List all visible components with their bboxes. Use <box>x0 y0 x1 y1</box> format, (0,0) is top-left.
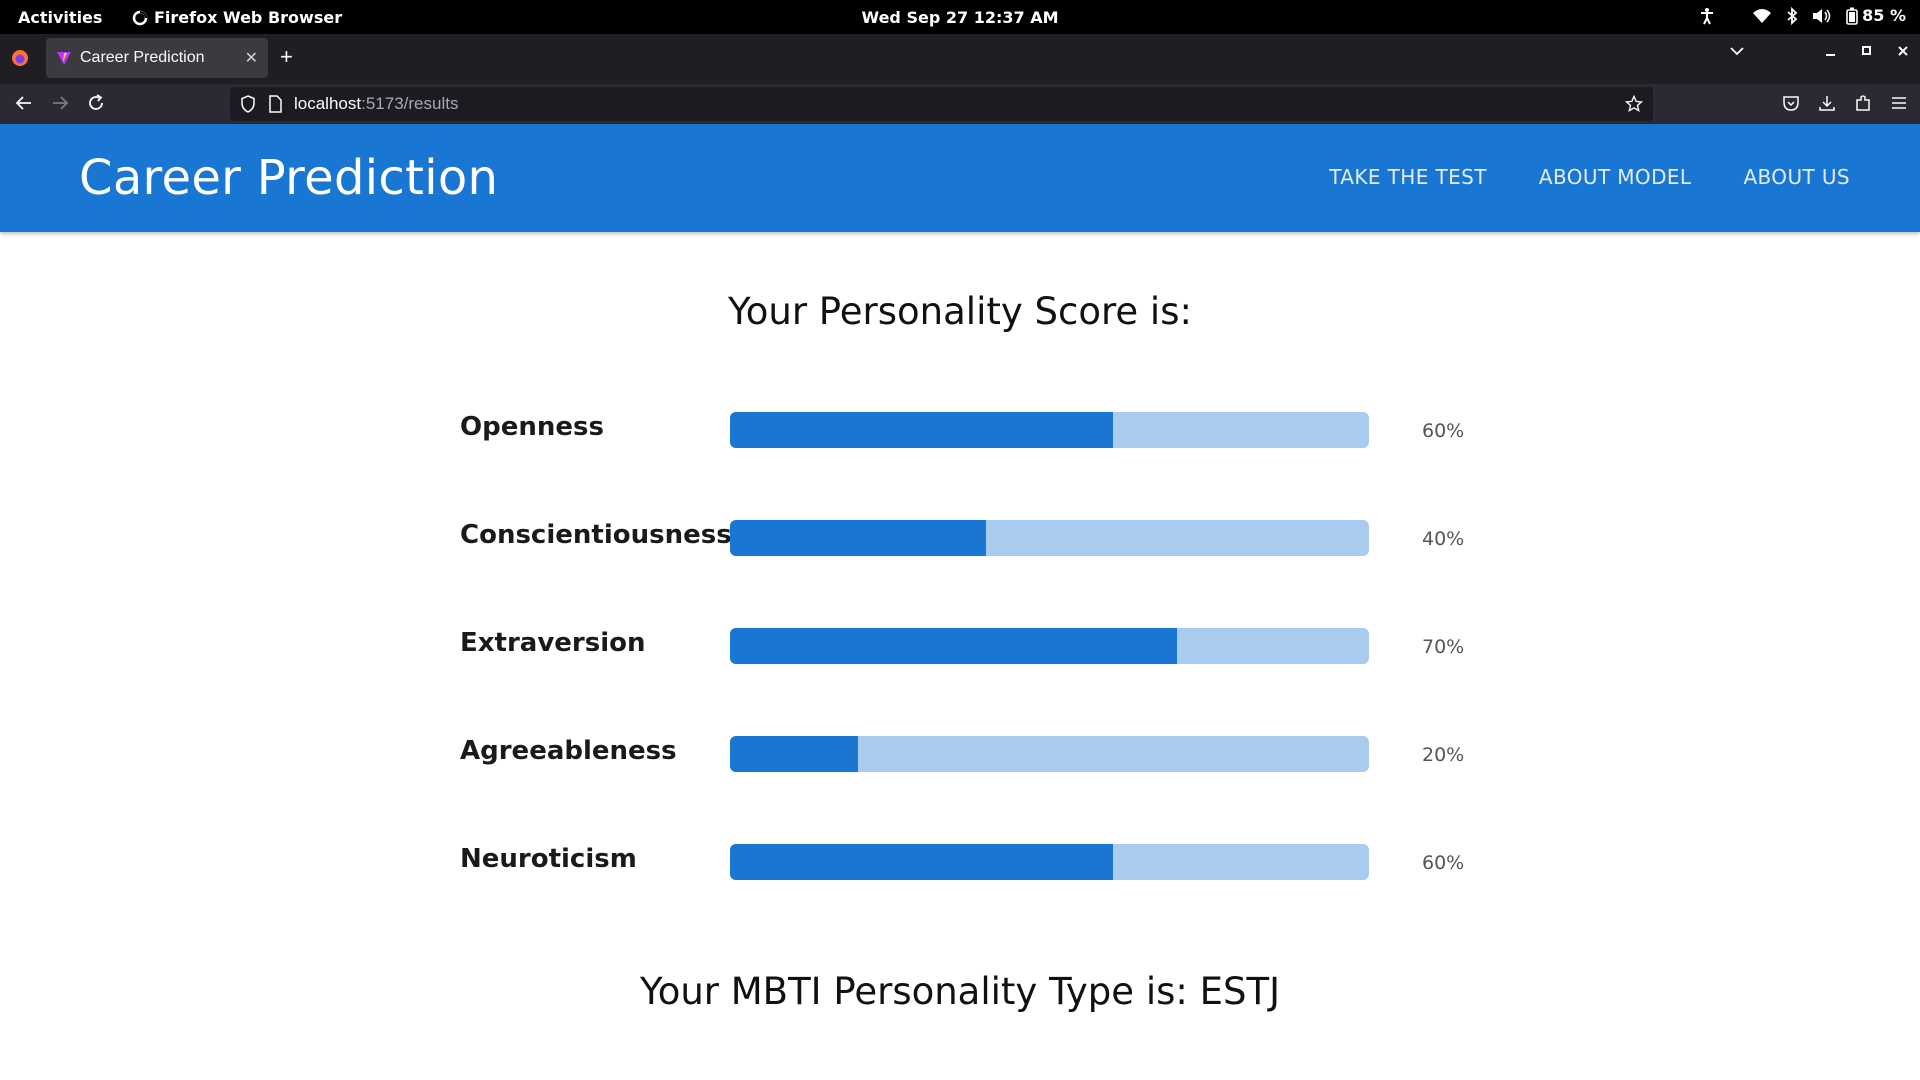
downloads-icon[interactable] <box>1818 94 1836 112</box>
system-tray[interactable]: 85 % <box>1698 6 1906 25</box>
trait-percent: 20% <box>1422 744 1465 766</box>
system-top-bar: Activities Firefox Web Browser Wed Sep 2… <box>0 0 1920 34</box>
trait-percent: 60% <box>1422 852 1465 874</box>
trait-name: Openness <box>460 412 604 442</box>
trait-progress-bar <box>730 736 1369 772</box>
page-info-icon[interactable] <box>268 95 282 113</box>
browser-tab-strip: Career Prediction ✕ + <box>0 34 1920 84</box>
tab-title: Career Prediction <box>80 49 205 66</box>
pocket-icon[interactable] <box>1782 94 1800 112</box>
bookmark-star-icon[interactable] <box>1625 95 1643 113</box>
extensions-icon[interactable] <box>1854 94 1872 112</box>
accessibility-icon <box>1701 7 1714 24</box>
back-icon[interactable] <box>14 93 34 113</box>
close-window-icon[interactable] <box>1898 46 1908 56</box>
trait-progress-bar <box>730 412 1369 448</box>
wifi-icon <box>1753 8 1772 23</box>
browser-nav-bar: localhost:5173/results <box>0 84 1920 124</box>
nav-take-the-test[interactable]: TAKE THE TEST <box>1329 165 1487 189</box>
trait-progress-fill <box>730 844 1114 880</box>
mbti-result: Your MBTI Personality Type is: ESTJ <box>640 970 1280 1013</box>
new-tab-button[interactable]: + <box>280 46 293 68</box>
app-nav-menu: TAKE THE TEST ABOUT MODEL ABOUT US <box>1329 165 1850 189</box>
close-tab-icon[interactable]: ✕ <box>245 48 258 68</box>
shield-icon[interactable] <box>240 95 256 113</box>
volume-icon <box>1813 8 1831 23</box>
bluetooth-icon <box>1787 6 1798 25</box>
trait-row: Extraversion 70% <box>460 624 1480 664</box>
app-menu[interactable]: Firefox Web Browser <box>132 8 342 27</box>
forward-icon[interactable] <box>50 93 70 113</box>
app-name: Firefox Web Browser <box>154 8 343 27</box>
reload-icon[interactable] <box>86 93 106 113</box>
address-bar[interactable]: localhost:5173/results <box>230 87 1653 121</box>
trait-progress-fill <box>730 628 1178 664</box>
trait-progress-bar <box>730 628 1369 664</box>
minimize-icon[interactable] <box>1826 46 1836 56</box>
trait-progress-fill <box>730 520 986 556</box>
nav-about-model[interactable]: ABOUT MODEL <box>1539 165 1692 189</box>
personality-score-title: Your Personality Score is: <box>728 290 1192 333</box>
trait-percent: 60% <box>1422 420 1465 442</box>
trait-row: Agreeableness 20% <box>460 732 1480 772</box>
url-host: localhost <box>294 94 362 113</box>
trait-progress-fill <box>730 736 858 772</box>
trait-name: Conscientiousness <box>460 520 732 550</box>
trait-row: Neuroticism 60% <box>460 840 1480 880</box>
trait-progress-fill <box>730 412 1114 448</box>
trait-row: Openness 60% <box>460 408 1480 448</box>
firefox-view-icon[interactable] <box>10 48 30 68</box>
vite-favicon-icon <box>57 52 71 65</box>
activities-button[interactable]: Activities <box>18 8 102 27</box>
url-path: :5173/results <box>361 94 459 113</box>
battery-icon <box>1846 7 1858 25</box>
list-all-tabs-icon[interactable] <box>1730 46 1744 56</box>
trait-row: Conscientiousness 40% <box>460 516 1480 556</box>
maximize-icon[interactable] <box>1862 46 1872 56</box>
firefox-app-icon <box>132 10 148 25</box>
app-header: Career Prediction TAKE THE TEST ABOUT MO… <box>0 124 1920 232</box>
trait-name: Agreeableness <box>460 736 677 766</box>
hamburger-menu-icon[interactable] <box>1890 94 1908 112</box>
battery-percent: 85 % <box>1862 6 1906 25</box>
app-brand-title[interactable]: Career Prediction <box>79 150 498 206</box>
trait-percent: 70% <box>1422 636 1465 658</box>
trait-name: Extraversion <box>460 628 646 658</box>
trait-progress-bar <box>730 844 1369 880</box>
clock[interactable]: Wed Sep 27 12:37 AM <box>862 8 1059 27</box>
trait-percent: 40% <box>1422 528 1465 550</box>
tab-career-prediction[interactable]: Career Prediction ✕ <box>46 38 268 78</box>
trait-progress-bar <box>730 520 1369 556</box>
nav-about-us[interactable]: ABOUT US <box>1743 165 1850 189</box>
trait-name: Neuroticism <box>460 844 637 874</box>
